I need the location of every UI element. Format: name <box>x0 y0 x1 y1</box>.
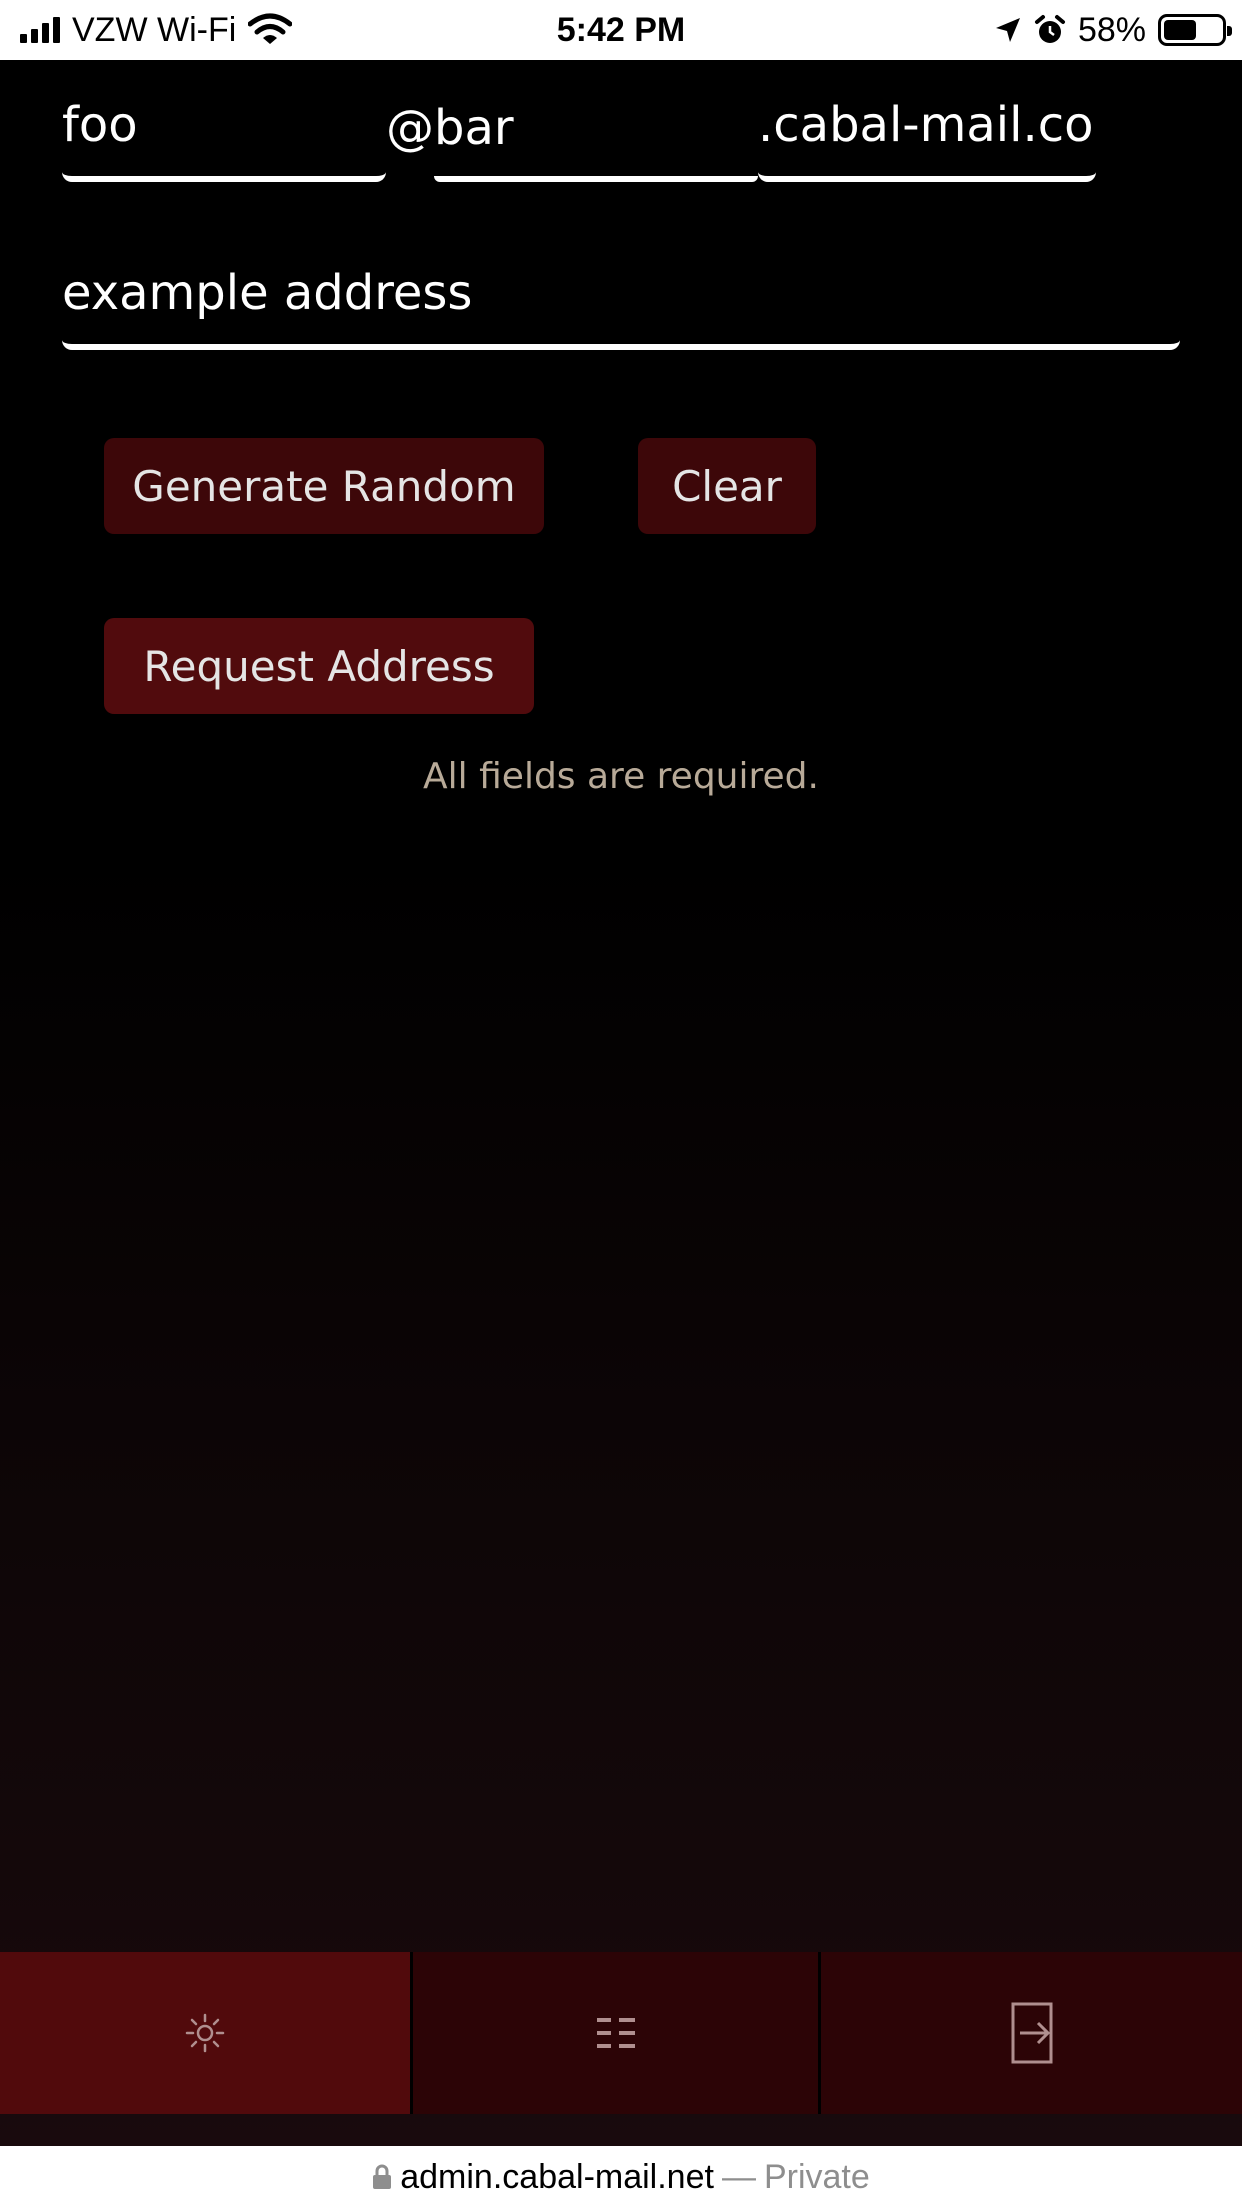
subdomain-field[interactable]: @bar <box>386 74 760 182</box>
location-arrow-icon <box>995 18 1020 42</box>
domain-field[interactable]: .cabal-mail.com <box>758 74 1096 182</box>
bottom-tab-bar <box>0 1952 1242 2114</box>
tab-list[interactable] <box>410 1952 818 2114</box>
url-separator: — <box>721 2157 756 2196</box>
generate-random-button[interactable]: Generate Random <box>104 438 544 534</box>
app-main: foo @bar .cabal-mail.com example address… <box>0 60 1242 2146</box>
clear-button[interactable]: Clear <box>638 438 816 534</box>
subdomain-underline <box>434 176 758 182</box>
status-right: 58% <box>994 0 1232 60</box>
subdomain-value: @bar <box>386 100 514 156</box>
battery-percent: 58% <box>1077 10 1146 49</box>
tab-settings[interactable] <box>0 1952 410 2114</box>
url-bar[interactable]: admin.cabal-mail.net — Private <box>0 2146 1242 2208</box>
battery-icon <box>1158 14 1232 46</box>
comment-field[interactable]: example address <box>62 242 1180 350</box>
username-field[interactable]: foo <box>62 74 386 182</box>
tab-sign-out[interactable] <box>818 1952 1242 2114</box>
alarm-icon <box>1034 15 1065 43</box>
url-domain: admin.cabal-mail.net <box>400 2157 714 2196</box>
required-fields-hint: All fields are required. <box>423 756 819 797</box>
comment-value: example address <box>62 265 473 321</box>
sun-icon <box>185 2013 225 2053</box>
request-address-button[interactable]: Request Address <box>104 618 534 714</box>
lock-icon <box>373 2164 392 2189</box>
list-icon <box>596 2018 635 2048</box>
status-bar: VZW Wi-Fi 5:42 PM 58% <box>0 0 1242 60</box>
browsing-mode-label: Private <box>763 2157 870 2196</box>
username-value: foo <box>62 97 138 153</box>
sign-out-icon <box>1011 2002 1052 2064</box>
domain-value: .cabal-mail.com <box>758 97 1096 153</box>
